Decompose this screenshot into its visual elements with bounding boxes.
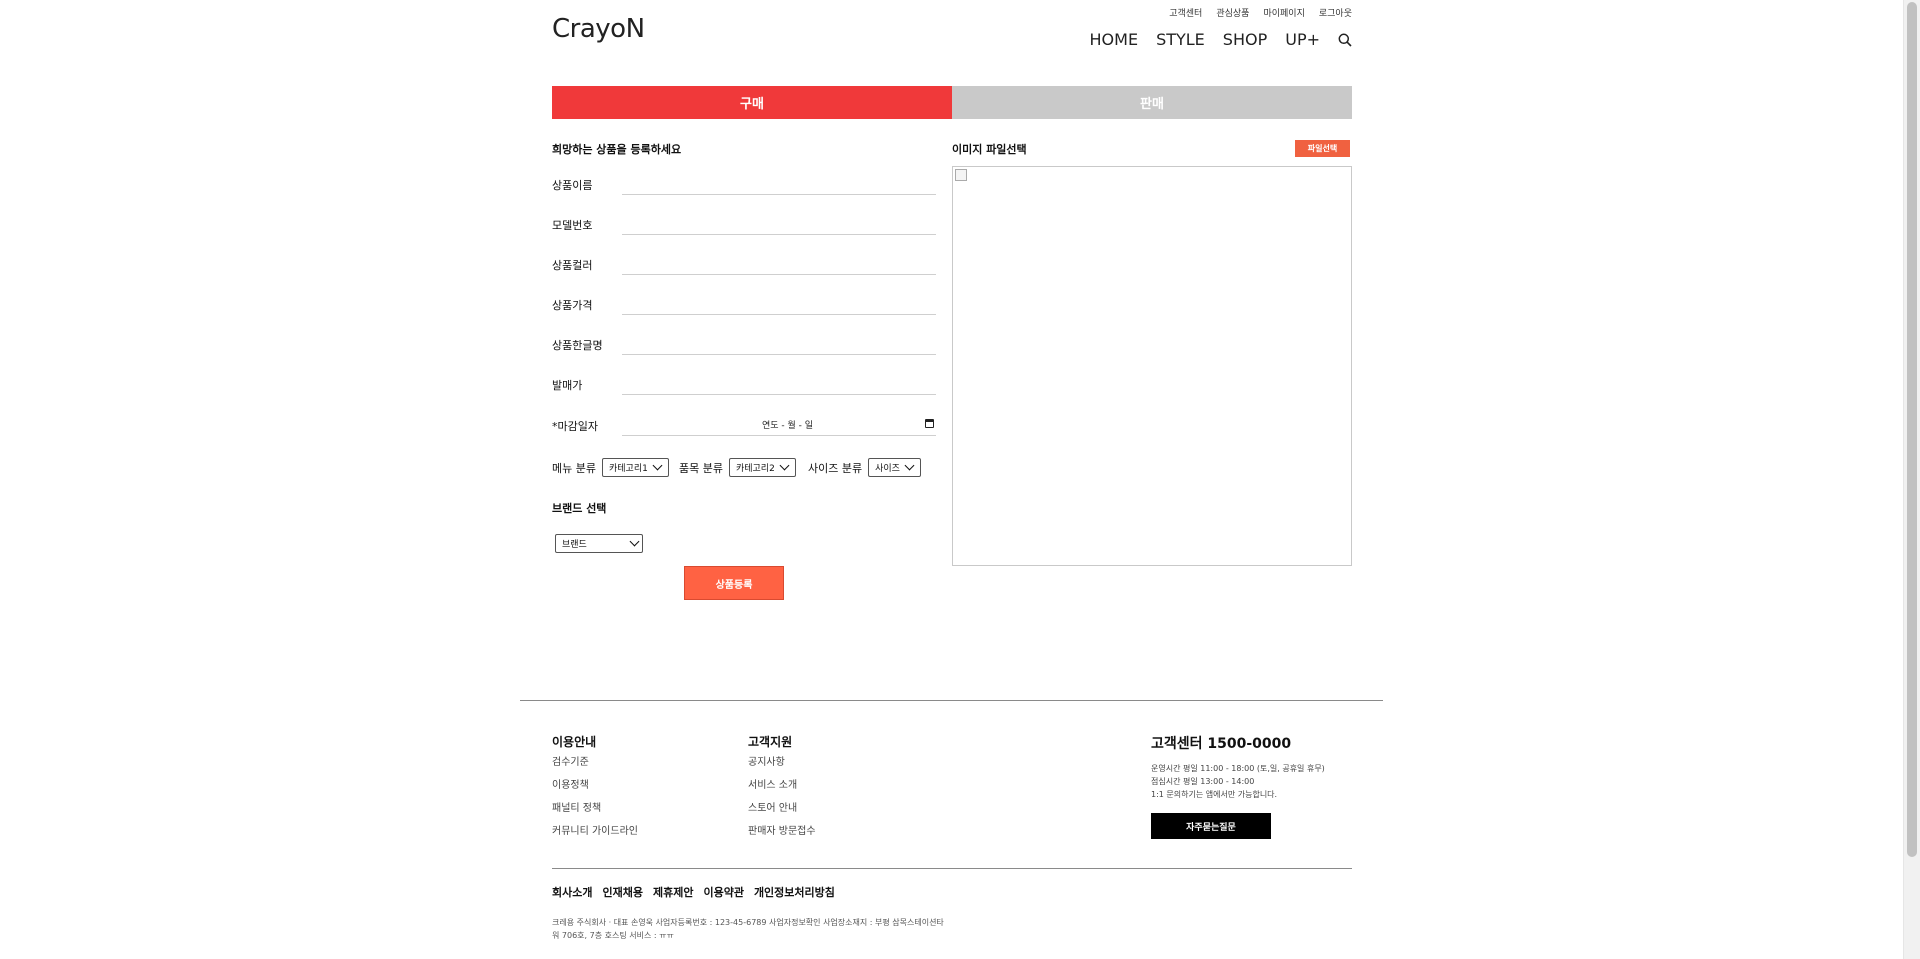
product-color-input[interactable] <box>622 251 936 275</box>
customer-center-phone: 고객센터 1500-0000 <box>1151 736 1292 752</box>
footer-guide-title: 이용안내 <box>552 735 597 749</box>
company-info-line1: 크레용 주식회사 · 대표 손영욱 사업자등록번호 : 123-45-6789 … <box>552 918 944 927</box>
footer-link-seller-visit[interactable]: 판매자 방문접수 <box>748 825 816 848</box>
product-price-input[interactable] <box>622 291 936 315</box>
product-korean-name-input[interactable] <box>622 331 936 355</box>
label-product-color: 상품컬러 <box>552 259 593 272</box>
util-link-mypage[interactable]: 마이페이지 <box>1263 6 1304 19</box>
label-brand: 브랜드 선택 <box>552 502 607 515</box>
label-product-korean-name: 상품한글명 <box>552 339 603 352</box>
footer-link-policy[interactable]: 이용정책 <box>552 779 638 802</box>
item-category-value: 카테고리2 <box>735 464 775 474</box>
footer-divider-bottom <box>552 868 1352 869</box>
faq-button[interactable]: 자주묻는질문 <box>1151 813 1271 839</box>
brand-value: 브랜드 <box>562 540 587 550</box>
label-item-category: 품목 분류 <box>678 461 723 475</box>
broken-image-icon <box>955 169 967 181</box>
date-placeholder: 연도 - 월 - 일 <box>762 421 814 431</box>
company-info: 크레용 주식회사 · 대표 손영욱 사업자등록번호 : 123-45-6789 … <box>552 916 1112 942</box>
chevron-down-icon <box>779 460 790 471</box>
label-menu-category: 메뉴 분류 <box>552 461 596 475</box>
size-category-select[interactable]: 사이즈 <box>868 458 922 477</box>
footer-link-terms[interactable]: 이용약관 <box>703 884 743 900</box>
util-link-wishlist[interactable]: 관심상품 <box>1216 6 1249 19</box>
menu-category-value: 카테고리1 <box>608 464 648 474</box>
brand-select[interactable]: 브랜드 <box>555 534 643 553</box>
footer-link-penalty[interactable]: 패널티 정책 <box>552 802 638 825</box>
tab-sell[interactable]: 판매 <box>952 86 1352 119</box>
image-preview <box>952 166 1352 566</box>
cs-lunch: 점심시간 평일 13:00 - 14:00 <box>1151 777 1255 786</box>
search-icon[interactable] <box>1338 33 1352 47</box>
chevron-down-icon <box>904 460 915 471</box>
chevron-down-icon <box>629 536 640 547</box>
footer-support-title: 고객지원 <box>748 735 793 749</box>
release-price-input[interactable] <box>622 371 936 395</box>
customer-center: 고객센터 1500-0000 운영시간 평일 11:00 - 18:00 (토,… <box>1151 733 1361 839</box>
model-number-input[interactable] <box>622 211 936 235</box>
utility-links: 고객센터 관심상품 마이페이지 로그아웃 <box>1169 6 1352 19</box>
scrollbar[interactable] <box>1903 0 1920 959</box>
footer-link-notice[interactable]: 공지사항 <box>748 756 816 779</box>
nav-up-plus[interactable]: UP+ <box>1285 30 1320 49</box>
footer-bottom-links: 회사소개 인재채용 제휴제안 이용약관 개인정보처리방침 <box>552 884 835 900</box>
footer-link-store[interactable]: 스토어 안내 <box>748 802 816 825</box>
scrollbar-thumb[interactable] <box>1907 2 1917 857</box>
nav-shop[interactable]: SHOP <box>1223 30 1267 49</box>
footer-support: 고객지원 공지사항 서비스 소개 스토어 안내 판매자 방문접수 <box>748 733 816 848</box>
util-link-customer-center[interactable]: 고객센터 <box>1169 6 1202 19</box>
label-product-price: 상품가격 <box>552 299 593 312</box>
label-size-category: 사이즈 분류 <box>807 461 863 475</box>
nav-style[interactable]: STYLE <box>1156 30 1205 49</box>
footer-link-partnership[interactable]: 제휴제안 <box>653 884 693 900</box>
main-nav: HOME STYLE SHOP UP+ <box>1090 30 1352 49</box>
trade-tabs: 구매 판매 <box>552 86 1352 119</box>
label-deadline: *마감일자 <box>552 420 598 433</box>
cs-inquiry-note: 1:1 문의하기는 앱에서만 가능합니다. <box>1151 790 1278 799</box>
footer-link-privacy[interactable]: 개인정보처리방침 <box>754 884 835 900</box>
util-link-logout[interactable]: 로그아웃 <box>1319 6 1352 19</box>
label-model-number: 모델번호 <box>552 219 593 232</box>
choose-file-button[interactable]: 파일선택 <box>1295 140 1350 157</box>
logo[interactable]: CrayoN <box>552 14 645 44</box>
footer-link-community[interactable]: 커뮤니티 가이드라인 <box>552 825 638 848</box>
calendar-icon[interactable] <box>925 419 934 428</box>
footer-link-inspection[interactable]: 검수기준 <box>552 756 638 779</box>
company-info-line2: 워 706호, 7층 호스팅 서비스 : ㅠㅠ <box>552 931 674 940</box>
item-category-select[interactable]: 카테고리2 <box>728 458 796 477</box>
image-section-title: 이미지 파일선택 <box>952 143 1027 156</box>
tab-buy[interactable]: 구매 <box>552 86 952 119</box>
footer-divider <box>520 700 1383 701</box>
category-row: 메뉴 분류 카테고리1 품목 분류 카테고리2 사이즈 분류 사이즈 <box>552 458 922 477</box>
size-category-value: 사이즈 <box>875 464 900 474</box>
footer-link-careers[interactable]: 인재채용 <box>602 884 642 900</box>
product-name-input[interactable] <box>622 171 936 195</box>
footer-link-about[interactable]: 회사소개 <box>552 884 592 900</box>
nav-home[interactable]: HOME <box>1090 30 1139 49</box>
footer-link-service[interactable]: 서비스 소개 <box>748 779 816 802</box>
form-title: 희망하는 상품을 등록하세요 <box>552 143 682 156</box>
label-release-price: 발매가 <box>552 379 583 392</box>
label-product-name: 상품이름 <box>552 179 593 192</box>
menu-category-select[interactable]: 카테고리1 <box>601 458 669 477</box>
cs-hours: 운영시간 평일 11:00 - 18:00 (토,일, 공휴일 휴무) <box>1151 764 1325 773</box>
chevron-down-icon <box>652 460 663 471</box>
deadline-date-input[interactable]: 연도 - 월 - 일 <box>622 412 936 436</box>
register-product-button[interactable]: 상품등록 <box>684 566 784 600</box>
footer-guide: 이용안내 검수기준 이용정책 패널티 정책 커뮤니티 가이드라인 <box>552 733 638 848</box>
